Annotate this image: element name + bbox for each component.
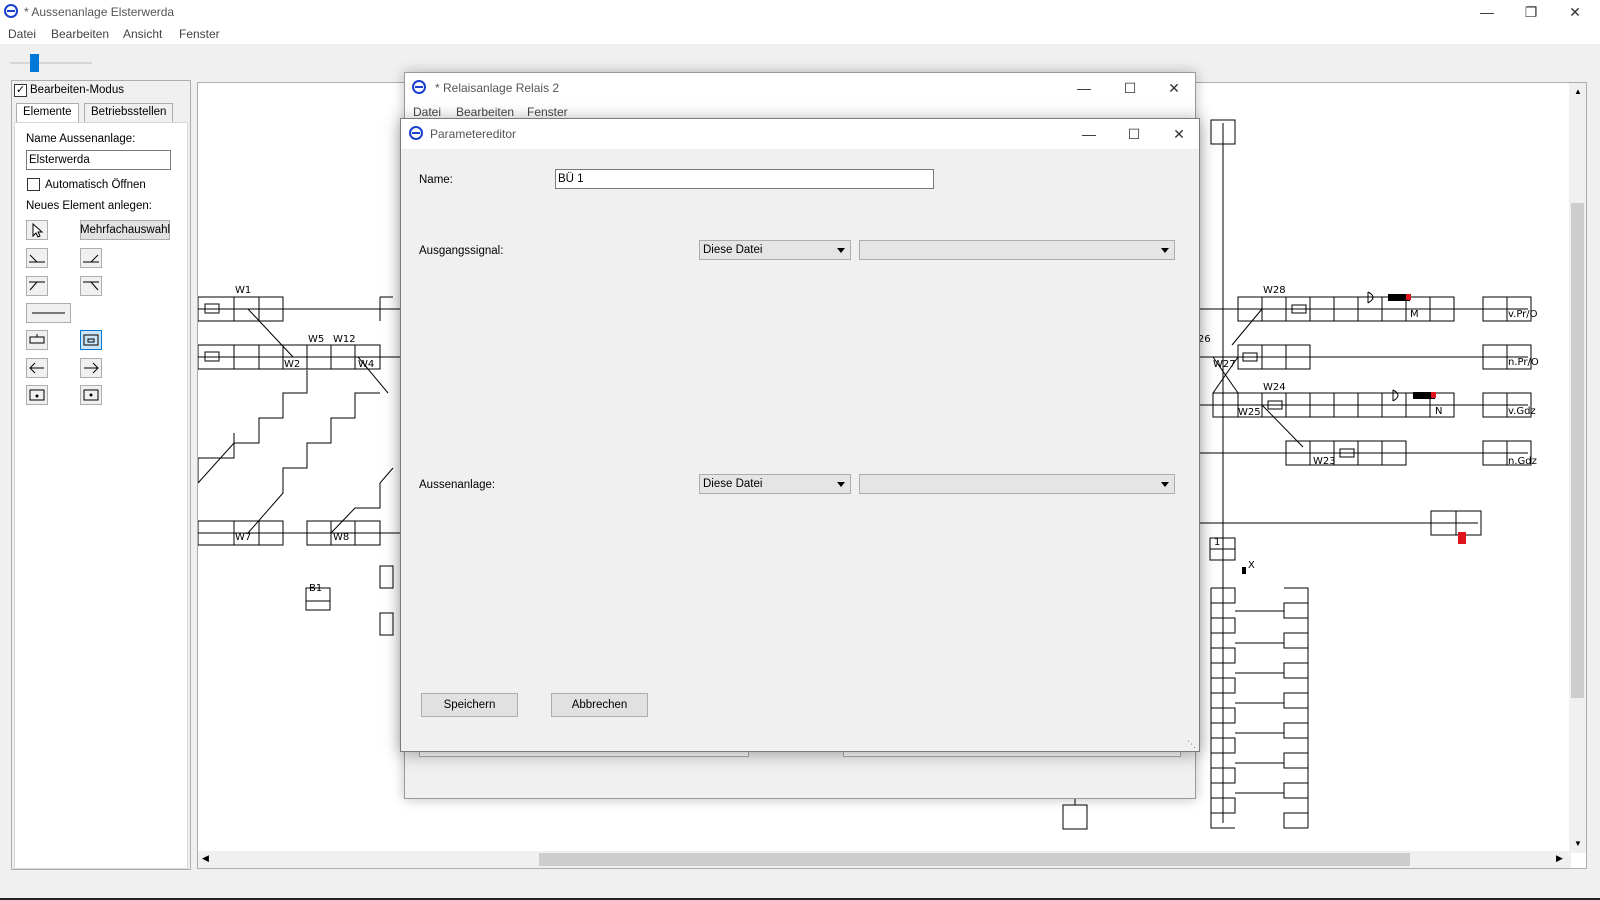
switch-left-up-icon[interactable] [80, 276, 102, 296]
name-aussenanlage-input[interactable]: Elsterwerda [26, 150, 171, 170]
tab-betriebsstellen[interactable]: Betriebsstellen [84, 103, 174, 123]
minimize-button[interactable]: — [1464, 0, 1510, 24]
param-minimize-button[interactable]: — [1066, 122, 1112, 146]
relais-minimize-button[interactable]: — [1061, 76, 1107, 100]
zoom-slider-thumb[interactable] [30, 54, 39, 72]
label-w28: W28 [1263, 285, 1286, 296]
label-v-pr-o: v.Pr/O [1508, 309, 1538, 320]
ausgangssignal-label: Ausgangssignal: [419, 245, 504, 257]
cancel-button[interactable]: Abbrechen [551, 693, 648, 717]
label-m: M [1410, 309, 1419, 320]
label-w7: W7 [235, 532, 252, 543]
chevron-down-icon [1161, 248, 1169, 253]
param-window-title: Parametereditor [430, 127, 517, 141]
tab-content: Name Aussenanlage: Elsterwerda Automatis… [14, 122, 188, 869]
new-element-label: Neues Element anlegen: [26, 200, 152, 212]
arrow-left-icon[interactable] [26, 358, 48, 378]
param-title-bar: Parametereditor — ☐ ✕ [401, 119, 1199, 149]
label-n-gdz: n.Gdz [1508, 456, 1537, 467]
label-x: X [1248, 560, 1255, 571]
param-maximize-button[interactable]: ☐ [1111, 122, 1157, 146]
app-logo-icon [4, 4, 18, 18]
label-1: 1 [1214, 537, 1221, 548]
close-button[interactable]: ✕ [1552, 0, 1598, 24]
label-v-gdz: v.Gdz [1508, 406, 1536, 417]
horizontal-scrollbar[interactable]: ◀ ▶ [198, 851, 1571, 868]
aussenanlage-source-value: Diese Datei [703, 478, 763, 490]
relais-title-bar: * Relaisanlage Relais 2 — ☐ ✕ [405, 73, 1195, 103]
signal-box-alt-icon[interactable] [80, 385, 102, 405]
chevron-down-icon [1161, 482, 1169, 487]
label-w4: W4 [358, 359, 375, 370]
edit-mode-label: Bearbeiten-Modus [30, 84, 124, 96]
edit-mode-checkbox[interactable]: ✓ [14, 84, 27, 97]
track-segment-icon[interactable] [26, 303, 71, 323]
label-w12: W12 [333, 334, 356, 345]
relais-menu-datei[interactable]: Datei [413, 105, 441, 119]
relais-close-button[interactable]: ✕ [1151, 76, 1197, 100]
label-w27: W27 [1213, 359, 1236, 370]
select-pointer-icon[interactable] [26, 220, 48, 240]
label-w24: W24 [1263, 382, 1286, 393]
param-app-icon [409, 126, 423, 140]
element-panel: ✓ Bearbeiten-Modus Elemente Betriebsstel… [11, 80, 191, 870]
switch-left-down-icon[interactable] [80, 248, 102, 268]
relais-menu-fenster[interactable]: Fenster [527, 105, 568, 119]
aussenanlage-label: Aussenanlage: [419, 479, 496, 491]
label-w8: W8 [333, 532, 350, 543]
main-menu-bar: Datei Bearbeiten Ansicht Fenster [0, 24, 1600, 44]
ausgangssignal-source-select[interactable]: Diese Datei [699, 240, 851, 260]
param-close-button[interactable]: ✕ [1156, 122, 1202, 146]
main-title-bar: * Aussenanlage Elsterwerda — ❐ ✕ [0, 0, 1600, 24]
label-w5: W5 [308, 334, 325, 345]
label-n-pr-o: n.Pr/O [1508, 357, 1539, 368]
crossing-element-icon[interactable] [80, 330, 102, 350]
label-b1: B1 [309, 583, 323, 594]
relais-maximize-button[interactable]: ☐ [1107, 76, 1153, 100]
menu-datei[interactable]: Datei [8, 27, 36, 41]
auto-open-label: Automatisch Öffnen [45, 179, 146, 191]
chevron-down-icon [837, 248, 845, 253]
label-w2: W2 [284, 359, 301, 370]
label-n: N [1435, 406, 1443, 417]
scroll-left-icon[interactable]: ◀ [202, 853, 209, 864]
ausgangssignal-select[interactable] [859, 240, 1175, 260]
switch-right-down-icon[interactable] [26, 248, 48, 268]
main-window-title: * Aussenanlage Elsterwerda [24, 5, 175, 19]
name-input[interactable]: BÜ 1 [555, 169, 934, 189]
scroll-right-icon[interactable]: ▶ [1556, 853, 1563, 864]
restore-button[interactable]: ❐ [1508, 0, 1554, 24]
scroll-down-icon[interactable]: ▼ [1574, 839, 1582, 848]
name-aussenanlage-label: Name Aussenanlage: [26, 133, 136, 145]
auto-open-checkbox[interactable] [27, 178, 40, 191]
name-label: Name: [419, 174, 453, 186]
aussenanlage-select[interactable] [859, 474, 1175, 494]
block-element-icon[interactable] [26, 330, 48, 350]
vertical-scrollbar[interactable]: ▲ ▼ [1569, 83, 1586, 853]
aussenanlage-source-select[interactable]: Diese Datei [699, 474, 851, 494]
scroll-up-icon[interactable]: ▲ [1574, 87, 1582, 96]
menu-bearbeiten[interactable]: Bearbeiten [51, 27, 109, 41]
resize-grip-icon[interactable]: ⋱ [1187, 739, 1196, 750]
chevron-down-icon [837, 482, 845, 487]
save-button[interactable]: Speichern [421, 693, 518, 717]
arrow-right-icon[interactable] [80, 358, 102, 378]
menu-ansicht[interactable]: Ansicht [123, 27, 162, 41]
label-w23: W23 [1313, 456, 1336, 467]
parametereditor-dialog: Parametereditor — ☐ ✕ Name: BÜ 1 Ausgang… [400, 118, 1200, 752]
relais-app-icon [412, 80, 426, 94]
horizontal-scroll-thumb[interactable] [539, 853, 1410, 866]
vertical-scroll-thumb[interactable] [1571, 203, 1584, 698]
switch-right-up-icon[interactable] [26, 276, 48, 296]
relais-menu-bearbeiten[interactable]: Bearbeiten [456, 105, 514, 119]
relais-window-title: * Relaisanlage Relais 2 [435, 81, 560, 95]
signal-box-icon[interactable] [26, 385, 48, 405]
ausgangssignal-source-value: Diese Datei [703, 244, 763, 256]
label-w1: W1 [235, 285, 252, 296]
mehrfachauswahl-button[interactable]: Mehrfachauswahl [80, 220, 170, 240]
tab-elemente[interactable]: Elemente [16, 103, 79, 123]
zoom-slider-track[interactable] [10, 62, 92, 64]
menu-fenster[interactable]: Fenster [179, 27, 220, 41]
label-w25: W25 [1238, 407, 1261, 418]
